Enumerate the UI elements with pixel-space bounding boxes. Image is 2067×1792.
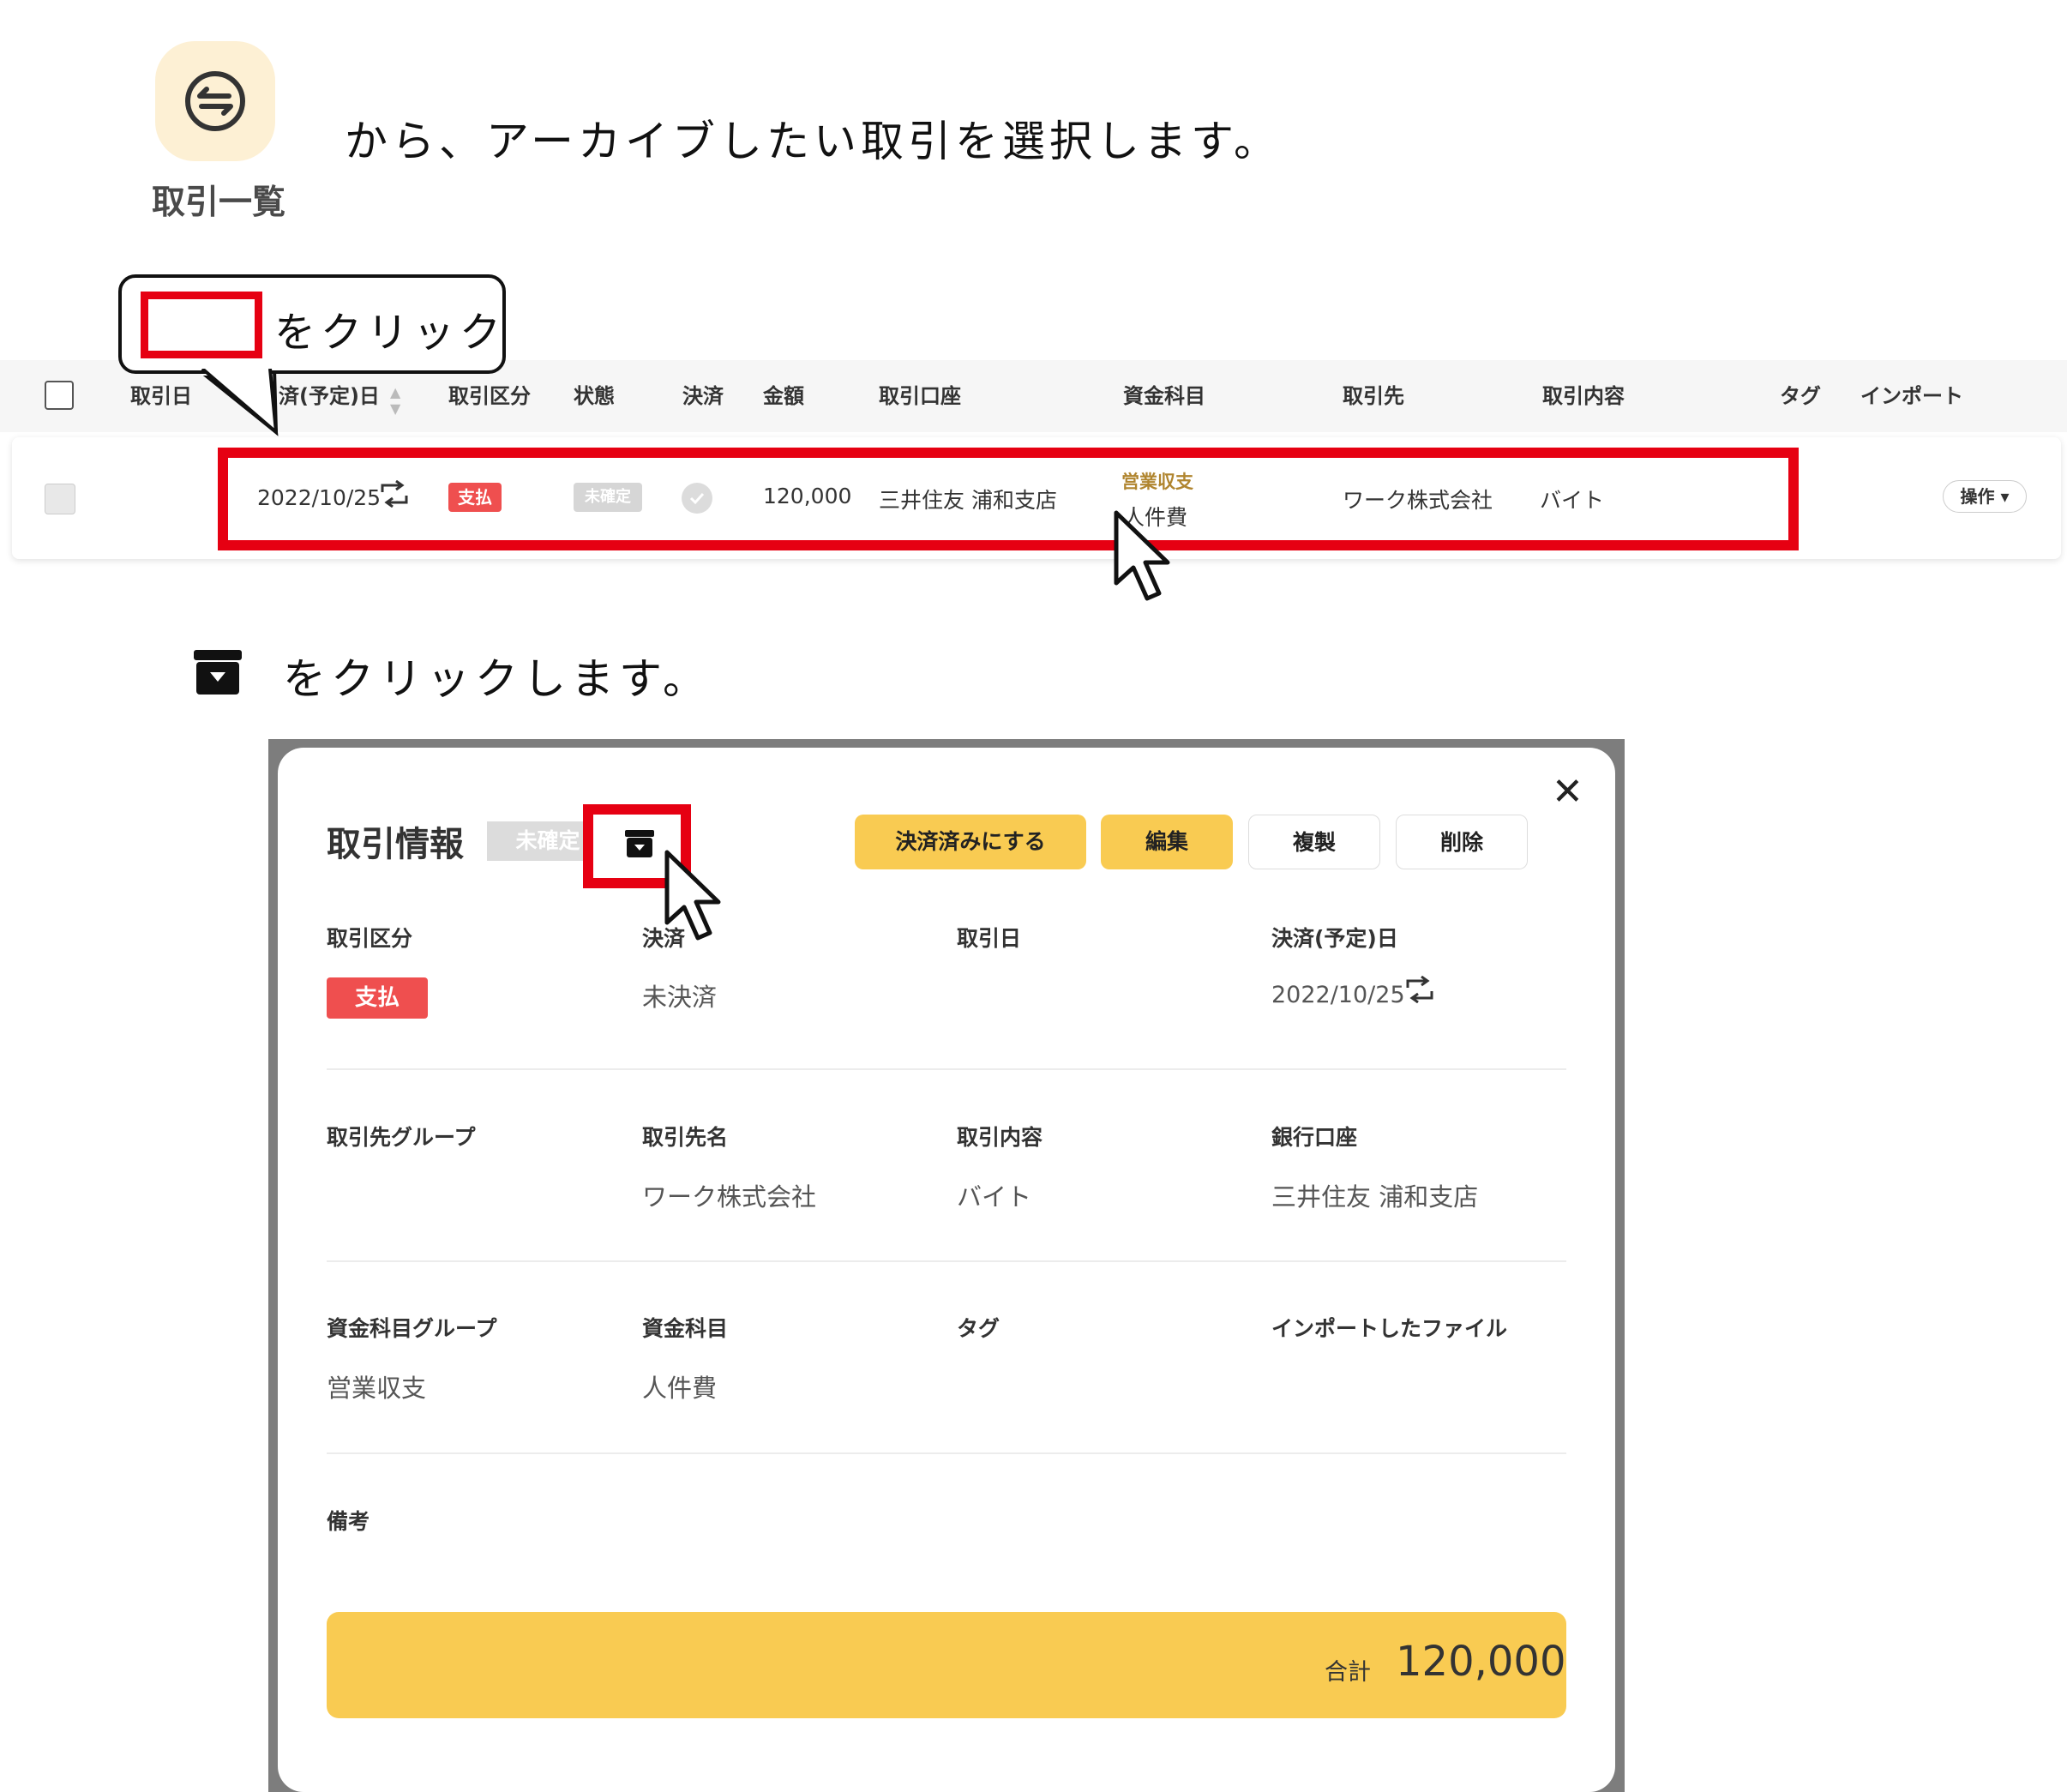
- archive-icon: [194, 650, 242, 695]
- mouse-cursor-icon: [1114, 510, 1170, 601]
- delete-button[interactable]: 削除: [1396, 815, 1528, 869]
- close-icon[interactable]: ✕: [1552, 770, 1583, 814]
- content-label: 取引内容: [957, 1125, 1043, 1150]
- recurring-icon-modal: [1406, 976, 1433, 1003]
- callout-highlight-box: [141, 292, 262, 358]
- transactions-icon: [185, 71, 245, 131]
- col-header-status[interactable]: 状態: [574, 379, 615, 409]
- col-header-account[interactable]: 取引口座: [879, 379, 961, 409]
- partner-group-label: 取引先グループ: [327, 1125, 476, 1150]
- row-actions-button[interactable]: 操作 ▾: [1943, 480, 2027, 513]
- duplicate-button[interactable]: 複製: [1248, 815, 1380, 869]
- sort-icon[interactable]: ▲ ▼: [390, 384, 400, 417]
- settle-label: 決済: [642, 926, 686, 951]
- settle-value: 未決済: [642, 983, 718, 1012]
- fund-value: 人件費: [642, 1374, 718, 1403]
- col-header-settlement[interactable]: 決済: [682, 379, 724, 409]
- col-header-partner[interactable]: 取引先: [1343, 379, 1404, 409]
- row-checkbox[interactable]: [45, 484, 75, 514]
- modal-title: 取引情報: [327, 825, 464, 864]
- partner-name-label: 取引先名: [642, 1125, 729, 1150]
- step2-instruction: をクリックします。: [283, 654, 711, 704]
- nav-label: 取引一覧: [151, 183, 285, 222]
- date-label: 取引日: [957, 926, 1022, 951]
- tag-label: タグ: [957, 1316, 1000, 1341]
- total-label: 合計: [1325, 1659, 1371, 1686]
- transactions-nav-tile[interactable]: [155, 41, 275, 161]
- fund-group-value: 営業収支: [327, 1374, 427, 1403]
- type-label: 取引区分: [327, 926, 413, 951]
- fund-label: 資金科目: [642, 1316, 729, 1341]
- col-header-tag[interactable]: タグ: [1780, 379, 1821, 409]
- callout-tail-outline: [201, 369, 279, 436]
- fund-group-label: 資金科目グループ: [327, 1316, 497, 1341]
- bank-label: 銀行口座: [1271, 1125, 1358, 1150]
- col-header-import[interactable]: インポート: [1860, 379, 1963, 409]
- callout-text: をクリック: [274, 309, 507, 357]
- col-header-due-date[interactable]: 済(予定)日: [279, 379, 380, 409]
- content-value: バイト: [957, 1182, 1032, 1212]
- col-header-amount[interactable]: 金額: [763, 379, 804, 409]
- settle-button[interactable]: 決済済みにする: [855, 815, 1086, 869]
- modal-type-badge: 支払: [327, 977, 428, 1019]
- col-header-content[interactable]: 取引内容: [1542, 379, 1625, 409]
- col-header-fund[interactable]: 資金科目: [1123, 379, 1205, 409]
- divider: [327, 1452, 1566, 1454]
- partner-name-value: ワーク株式会社: [642, 1182, 817, 1212]
- divider: [327, 1260, 1566, 1262]
- select-all-checkbox[interactable]: [45, 381, 74, 410]
- due-date-value: 2022/10/25: [1271, 982, 1405, 1008]
- total-value: 120,000: [1396, 1638, 1566, 1686]
- bank-value: 三井住友 浦和支店: [1271, 1182, 1479, 1212]
- note-label: 備考: [327, 1509, 370, 1534]
- archive-button-icon[interactable]: [624, 828, 655, 859]
- import-label: インポートしたファイル: [1271, 1316, 1508, 1341]
- edit-button[interactable]: 編集: [1101, 815, 1233, 869]
- total-bar: [327, 1612, 1566, 1718]
- divider: [327, 1068, 1566, 1070]
- row-highlight-box: [218, 448, 1799, 550]
- col-header-date[interactable]: 取引日: [130, 379, 192, 409]
- col-header-type[interactable]: 取引区分: [448, 379, 531, 409]
- step1-instruction: から、アーカイブしたい取引を選択します。: [345, 117, 1281, 166]
- due-date-label: 決済(予定)日: [1271, 926, 1398, 951]
